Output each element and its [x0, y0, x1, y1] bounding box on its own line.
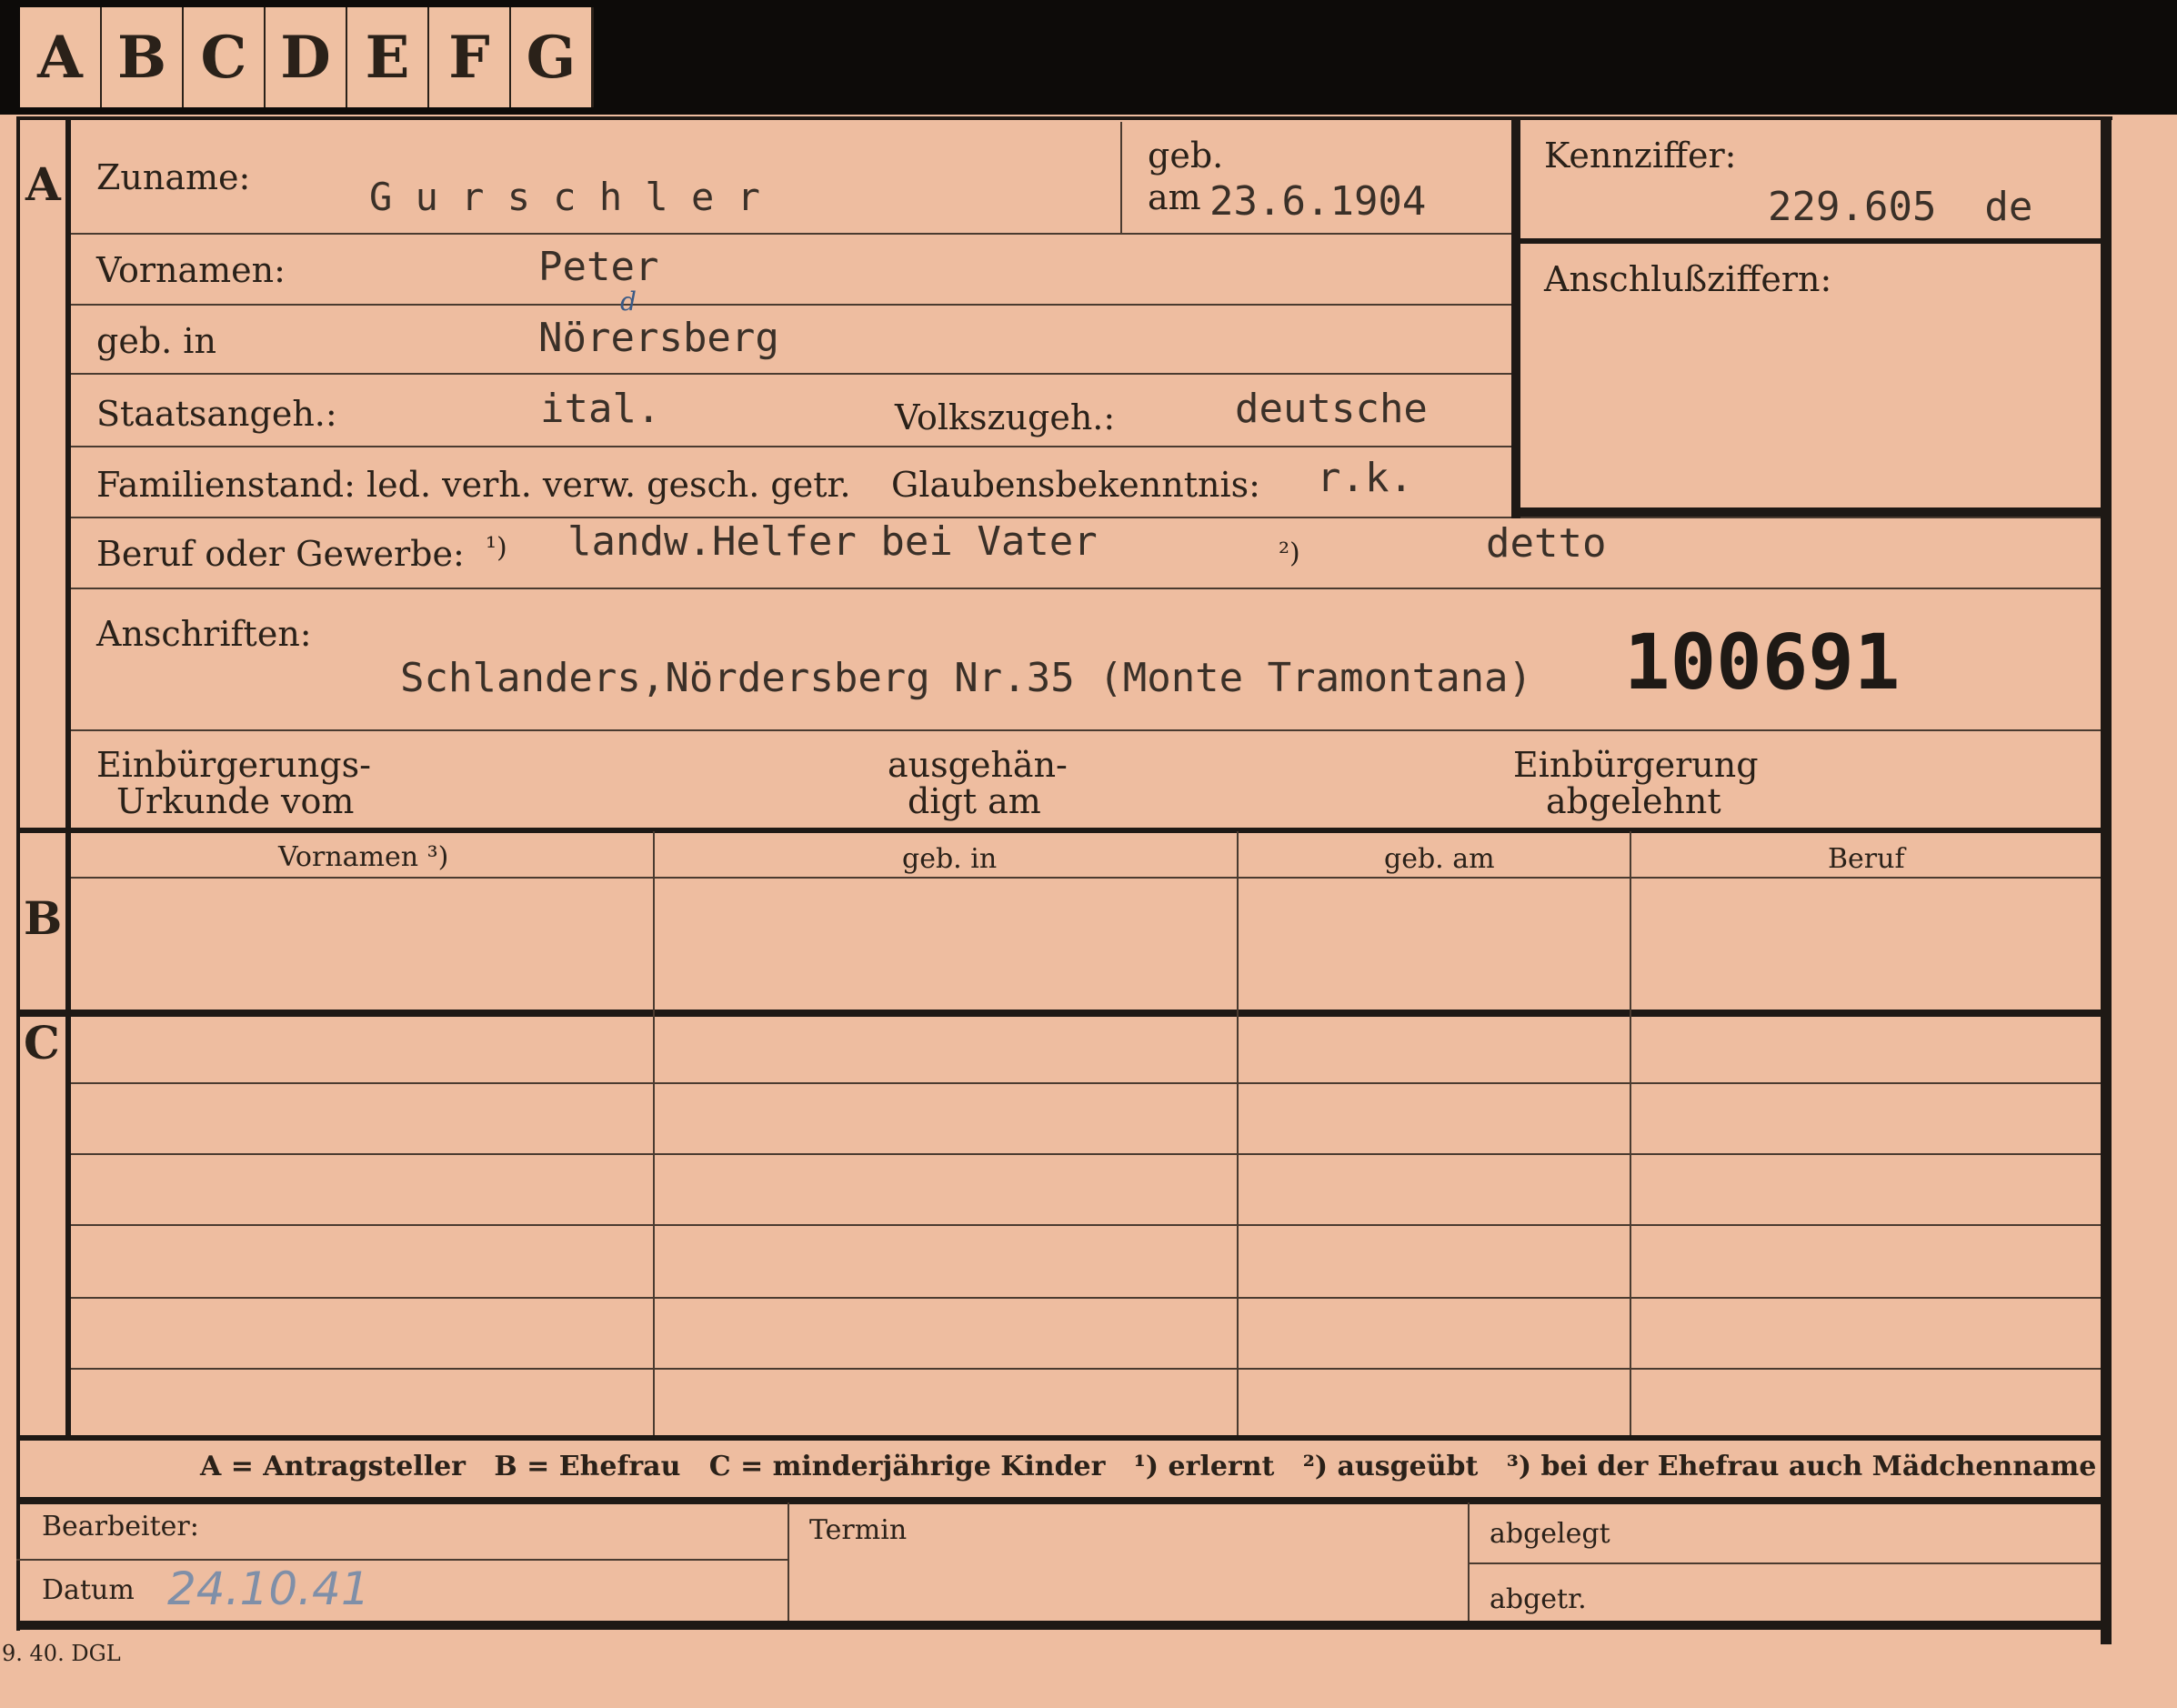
geb-in-value: Nörersberg [538, 315, 779, 361]
section-b-label: B [24, 891, 63, 945]
print-code: 9. 40. DGL [2, 1641, 121, 1666]
vornamen-label: Vornamen: [96, 250, 286, 290]
anschriften-label: Anschriften: [96, 614, 312, 654]
kennziffer-value: 229.605 de [1768, 184, 2033, 230]
legend: A = Antragsteller B = Ehefrau C = minder… [200, 1451, 2097, 1482]
zuname-label: Zuname: [96, 157, 251, 197]
table-header-geb-in: geb. in [902, 843, 998, 875]
table-header-beruf: Beruf [1828, 843, 1905, 875]
datum-value: 24.10.41 [167, 1562, 370, 1615]
ausgehaendigt-label-2: digt am [908, 781, 1041, 821]
geb-label: geb. [1148, 136, 1224, 176]
tab-e: E [347, 7, 430, 107]
tab-a: A [20, 7, 103, 107]
anschriften-value: Schlanders,Nördersberg Nr.35 (Monte Tram… [400, 655, 1533, 701]
einbuergerung-abgelehnt-label-2: abgelehnt [1546, 781, 1721, 821]
tab-g: G [511, 7, 594, 107]
glaubensbekenntnis-label: Glaubensbekenntnis: [891, 465, 1260, 505]
staatsangehoerigkeit-value: ital. [540, 386, 661, 432]
beruf-erlernt-value: landw.Helfer bei Vater [567, 518, 1098, 565]
datum-label: Datum [42, 1574, 135, 1606]
geb-in-label: geb. in [96, 321, 216, 361]
table-header-vornamen: Vornamen ³) [278, 841, 449, 873]
einbuergerung-abgelehnt-label-1: Einbürgerung [1513, 745, 1759, 785]
section-a-label: A [25, 157, 61, 211]
table-header-geb-am: geb. am [1384, 843, 1495, 875]
anschlussziffern-label: Anschlußziffern: [1544, 259, 1832, 299]
einbuergerung-urkunde-label-1: Einbürgerungs- [96, 745, 371, 785]
stamp-number: 100691 [1624, 618, 1901, 707]
geb-am-value: 23.6.1904 [1209, 178, 1427, 225]
beruf-marker-1: ¹) [486, 532, 507, 564]
volkszugehoerigkeit-label: Volkszugeh.: [895, 397, 1116, 437]
familienstand-label: Familienstand: led. verh. verw. gesch. g… [96, 465, 851, 505]
kennziffer-label: Kennziffer: [1544, 136, 1737, 176]
zuname-value: G u r s c h l e r [369, 175, 760, 219]
tab-c: C [184, 7, 266, 107]
tab-b: B [102, 7, 185, 107]
abgelegt-label: abgelegt [1490, 1518, 1610, 1550]
einbuergerung-urkunde-label-2: Urkunde vom [116, 781, 355, 821]
termin-label: Termin [809, 1514, 908, 1546]
geb-in-correction: d [620, 286, 637, 316]
glaubensbekenntnis-value: r.k. [1317, 455, 1413, 501]
tab-d: D [266, 7, 348, 107]
tab-f: F [429, 7, 512, 107]
beruf-label: Beruf oder Gewerbe: [96, 534, 465, 574]
volkszugehoerigkeit-value: deutsche [1235, 386, 1428, 432]
geb-am-label: am [1148, 177, 1201, 217]
beruf-marker-2: ²) [1279, 538, 1300, 569]
bearbeiter-label: Bearbeiter: [42, 1511, 199, 1542]
ausgehaendigt-label-1: ausgehän- [888, 745, 1068, 785]
section-c-label: C [24, 1016, 60, 1070]
abgetragen-label: abgetr. [1490, 1583, 1587, 1615]
staatsangehoerigkeit-label: Staatsangeh.: [96, 394, 337, 434]
vornamen-value: Peter [538, 244, 659, 290]
beruf-ausgeuebt-value: detto [1486, 520, 1607, 567]
